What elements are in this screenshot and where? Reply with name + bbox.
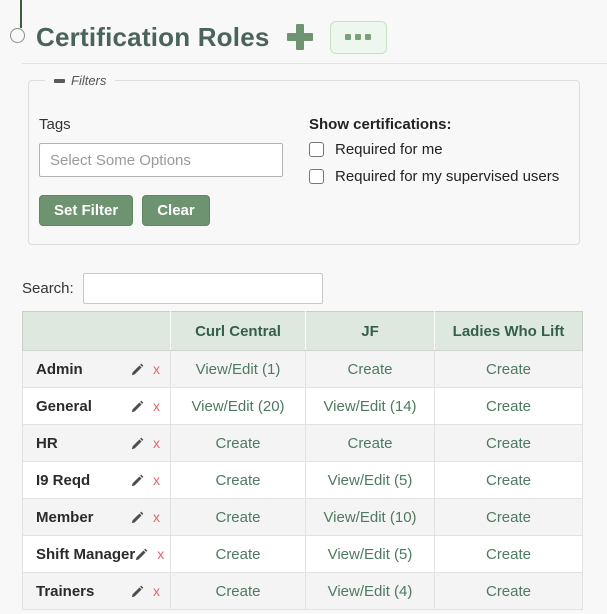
show-certifications-label: Show certifications: xyxy=(309,116,559,133)
column-header-ladies-who-lift: Ladies Who Lift xyxy=(435,312,583,351)
tree-connector-line xyxy=(20,0,22,28)
table-row: Member x Create View/Edit (10) Create xyxy=(23,499,583,536)
more-options-button[interactable] xyxy=(330,21,387,54)
cert-action-link[interactable]: View/Edit (5) xyxy=(328,546,413,563)
cert-action-link[interactable]: View/Edit (14) xyxy=(323,398,416,415)
cert-action-link[interactable]: View/Edit (5) xyxy=(328,472,413,489)
edit-pencil-icon[interactable] xyxy=(135,548,148,561)
delete-x-button[interactable]: x xyxy=(153,436,160,450)
required-for-supervised-label[interactable]: Required for my supervised users xyxy=(335,168,559,185)
required-for-me-checkbox[interactable] xyxy=(309,142,324,157)
edit-pencil-icon[interactable] xyxy=(131,400,144,413)
cert-action-link[interactable]: Create xyxy=(486,583,531,600)
role-name: Member xyxy=(36,509,94,526)
filters-legend[interactable]: Filters xyxy=(45,73,115,88)
cert-action-link[interactable]: Create xyxy=(486,435,531,452)
delete-x-button[interactable]: x xyxy=(153,473,160,487)
column-header-curl-central: Curl Central xyxy=(171,312,306,351)
filters-legend-label: Filters xyxy=(71,73,106,88)
edit-pencil-icon[interactable] xyxy=(131,511,144,524)
delete-x-button[interactable]: x xyxy=(153,510,160,524)
clear-button[interactable]: Clear xyxy=(142,195,210,226)
delete-x-button[interactable]: x xyxy=(157,547,164,561)
column-header-jf: JF xyxy=(306,312,435,351)
edit-pencil-icon[interactable] xyxy=(131,585,144,598)
cert-action-link[interactable]: Create xyxy=(486,472,531,489)
tags-label: Tags xyxy=(39,116,309,133)
page-header: Certification Roles xyxy=(0,0,607,56)
search-row: Search: xyxy=(22,273,607,304)
add-icon[interactable] xyxy=(287,24,313,50)
cert-action-link[interactable]: View/Edit (10) xyxy=(323,509,416,526)
tags-select-input[interactable] xyxy=(39,143,283,177)
table-row: Admin x View/Edit (1) Create Create xyxy=(23,351,583,388)
table-row: Shift Manager x Create View/Edit (5) Cre… xyxy=(23,536,583,573)
required-for-me-label[interactable]: Required for me xyxy=(335,141,443,158)
table-row: Trainers x Create View/Edit (4) Create xyxy=(23,573,583,610)
cert-action-link[interactable]: View/Edit (4) xyxy=(328,583,413,600)
table-body: Admin x View/Edit (1) Create Create Gene… xyxy=(23,351,583,610)
set-filter-button[interactable]: Set Filter xyxy=(39,195,133,226)
role-name: Admin xyxy=(36,361,83,378)
cert-action-link[interactable]: Create xyxy=(215,435,260,452)
ellipsis-icon xyxy=(355,34,361,40)
cert-action-link[interactable]: Create xyxy=(215,583,260,600)
search-input[interactable] xyxy=(83,273,323,304)
filters-panel: Filters Tags Set Filter Clear Show certi… xyxy=(28,73,580,245)
header-divider xyxy=(22,63,607,64)
page-title: Certification Roles xyxy=(36,22,270,53)
table-header-row: Curl Central JF Ladies Who Lift xyxy=(23,312,583,351)
table-row: I9 Reqd x Create View/Edit (5) Create xyxy=(23,462,583,499)
cert-action-link[interactable]: Create xyxy=(347,361,392,378)
required-for-supervised-checkbox[interactable] xyxy=(309,169,324,184)
cert-action-link[interactable]: View/Edit (1) xyxy=(196,361,281,378)
cert-action-link[interactable]: View/Edit (20) xyxy=(191,398,284,415)
certification-roles-table: Curl Central JF Ladies Who Lift Admin x xyxy=(22,311,583,610)
role-name: Trainers xyxy=(36,583,94,600)
edit-pencil-icon[interactable] xyxy=(131,363,144,376)
role-name: HR xyxy=(36,435,58,452)
ellipsis-icon xyxy=(365,34,371,40)
search-label: Search: xyxy=(22,280,74,297)
cert-action-link[interactable]: Create xyxy=(486,546,531,563)
cert-action-link[interactable]: Create xyxy=(215,546,260,563)
cert-action-link[interactable]: Create xyxy=(347,435,392,452)
collapse-minus-icon[interactable] xyxy=(54,79,65,83)
table-row: HR x Create Create Create xyxy=(23,425,583,462)
role-name: Shift Manager xyxy=(36,546,135,563)
edit-pencil-icon[interactable] xyxy=(131,474,144,487)
table-row: General x View/Edit (20) View/Edit (14) … xyxy=(23,388,583,425)
delete-x-button[interactable]: x xyxy=(153,362,160,376)
role-name: General xyxy=(36,398,92,415)
tree-node-circle xyxy=(10,28,25,43)
cert-action-link[interactable]: Create xyxy=(486,361,531,378)
ellipsis-icon xyxy=(345,34,351,40)
delete-x-button[interactable]: x xyxy=(153,584,160,598)
role-name: I9 Reqd xyxy=(36,472,90,489)
column-header-role xyxy=(23,312,171,351)
cert-action-link[interactable]: Create xyxy=(215,472,260,489)
cert-action-link[interactable]: Create xyxy=(486,398,531,415)
delete-x-button[interactable]: x xyxy=(153,399,160,413)
cert-action-link[interactable]: Create xyxy=(215,509,260,526)
edit-pencil-icon[interactable] xyxy=(131,437,144,450)
cert-action-link[interactable]: Create xyxy=(486,509,531,526)
